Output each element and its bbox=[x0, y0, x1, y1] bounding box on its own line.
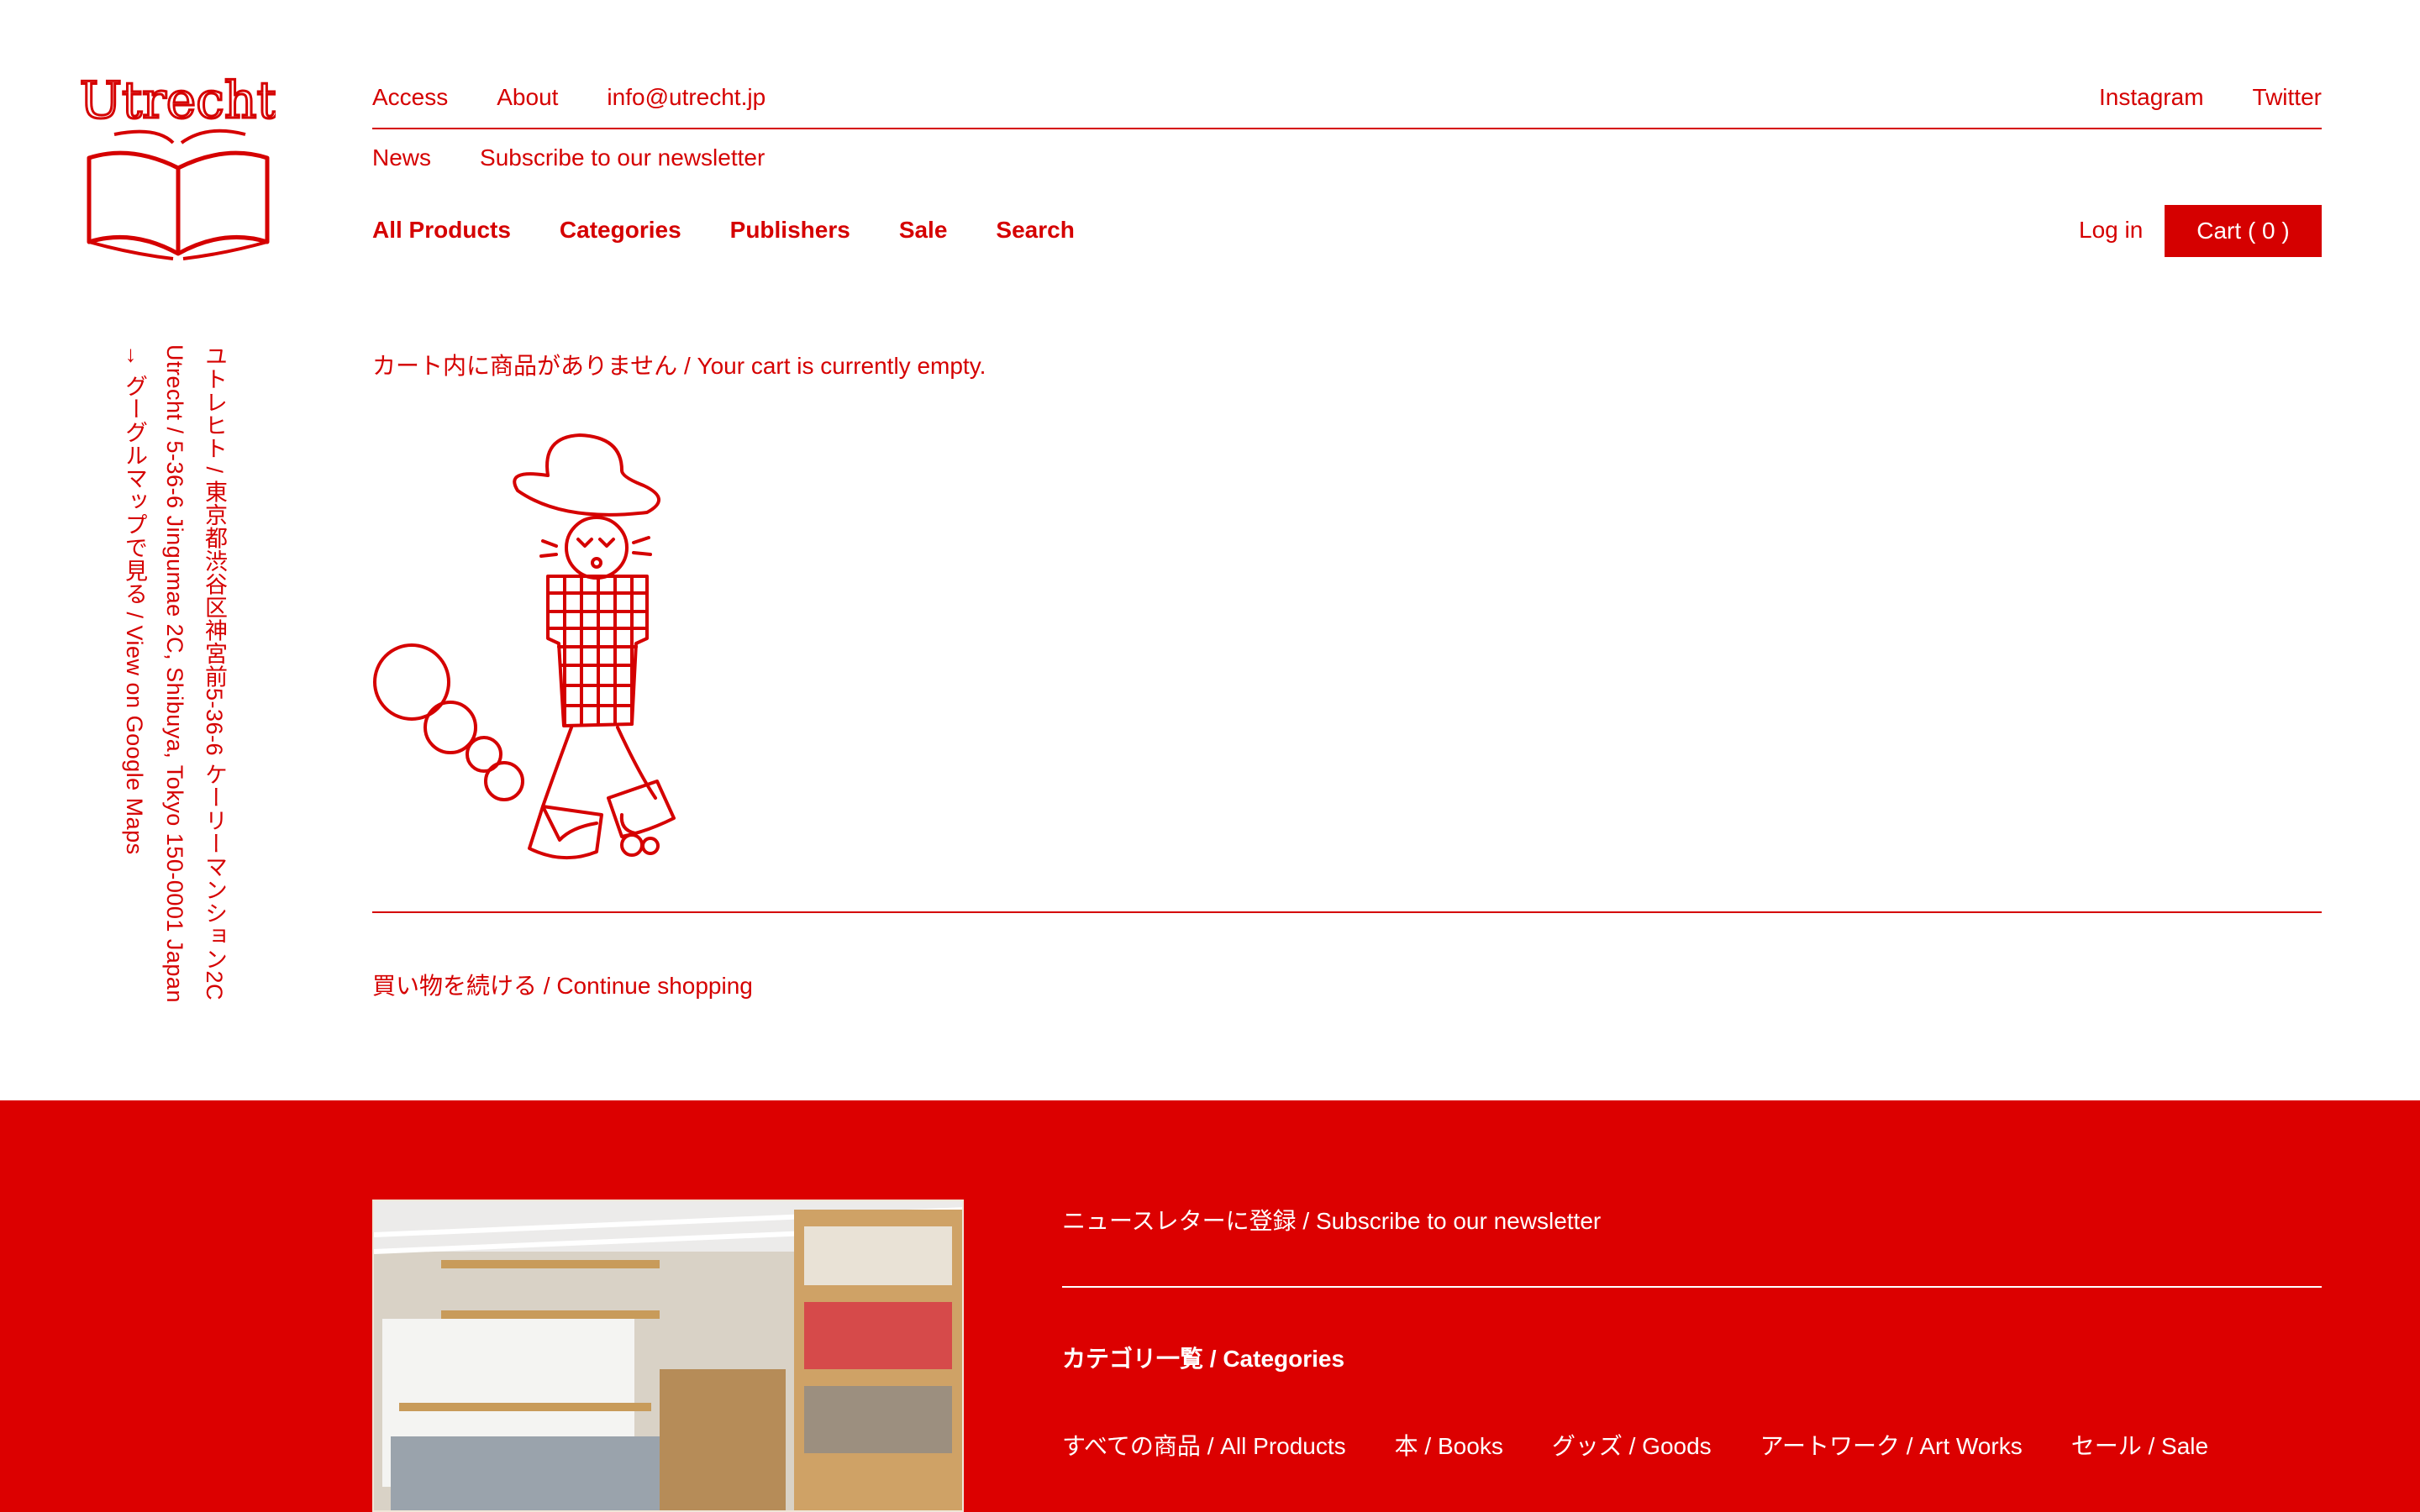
nav-access-link[interactable]: Access bbox=[372, 84, 448, 111]
login-link[interactable]: Log in bbox=[2079, 217, 2143, 244]
content-divider bbox=[372, 911, 2322, 913]
footer-category-list: すべての商品 / All Products 本 / Books グッズ / Go… bbox=[1062, 1428, 2208, 1462]
footer-category-all-products[interactable]: すべての商品 / All Products bbox=[1062, 1428, 1346, 1462]
cart-empty-message: カート内に商品がありません / Your cart is currently e… bbox=[372, 353, 986, 379]
secondary-navigation: News Subscribe to our newsletter bbox=[372, 144, 765, 171]
email-link[interactable]: info@utrecht.jp bbox=[607, 84, 765, 111]
store-interior-photo bbox=[372, 1200, 964, 1512]
footer-divider bbox=[1062, 1286, 2322, 1288]
logo-wordmark: Utrecht bbox=[81, 76, 276, 130]
continue-shopping-link[interactable]: 買い物を続ける / Continue shopping bbox=[372, 968, 753, 1001]
site-footer: ニュースレターに登録 / Subscribe to our newsletter… bbox=[0, 1100, 2420, 1512]
nav-search[interactable]: Search bbox=[996, 217, 1074, 244]
nav-sale[interactable]: Sale bbox=[899, 217, 948, 244]
header-divider bbox=[372, 128, 2322, 129]
main-navigation: All Products Categories Publishers Sale … bbox=[372, 217, 1075, 244]
twitter-link[interactable]: Twitter bbox=[2253, 84, 2322, 111]
google-maps-link[interactable]: → グーグルマップで見る / View on Google Maps bbox=[122, 344, 147, 855]
footer-category-books[interactable]: 本 / Books bbox=[1395, 1428, 1503, 1462]
footer-categories-title: カテゴリ一覧 / Categories bbox=[1062, 1346, 1345, 1372]
address-english: Utrecht / 5-36-6 Jingumae 2C, Shibuya, T… bbox=[162, 344, 187, 1003]
nav-all-products[interactable]: All Products bbox=[372, 217, 511, 244]
walking-person-illustration bbox=[373, 433, 676, 860]
footer-category-sale[interactable]: セール / Sale bbox=[2071, 1428, 2208, 1462]
cart-button[interactable]: Cart ( 0 ) bbox=[2165, 205, 2322, 257]
instagram-link[interactable]: Instagram bbox=[2099, 84, 2204, 111]
store-photo-image bbox=[374, 1201, 962, 1510]
nav-categories[interactable]: Categories bbox=[560, 217, 681, 244]
nav-news-link[interactable]: News bbox=[372, 144, 431, 171]
address-japanese: ユトレヒト / 東京都渋谷区神宮前5-36-6 ケーリーマンション2C bbox=[202, 344, 227, 1001]
utrecht-logo-icon: Utrecht bbox=[78, 71, 278, 260]
nav-about-link[interactable]: About bbox=[497, 84, 558, 111]
footer-category-goods[interactable]: グッズ / Goods bbox=[1552, 1428, 1712, 1462]
footer-newsletter-link[interactable]: ニュースレターに登録 / Subscribe to our newsletter bbox=[1062, 1203, 1601, 1236]
top-navigation: Access About info@utrecht.jp Instagram T… bbox=[372, 84, 2322, 114]
nav-newsletter-link[interactable]: Subscribe to our newsletter bbox=[480, 144, 765, 171]
footer-category-art-works[interactable]: アートワーク / Art Works bbox=[1760, 1428, 2023, 1462]
nav-publishers[interactable]: Publishers bbox=[730, 217, 850, 244]
utrecht-logo[interactable]: Utrecht bbox=[78, 71, 278, 265]
